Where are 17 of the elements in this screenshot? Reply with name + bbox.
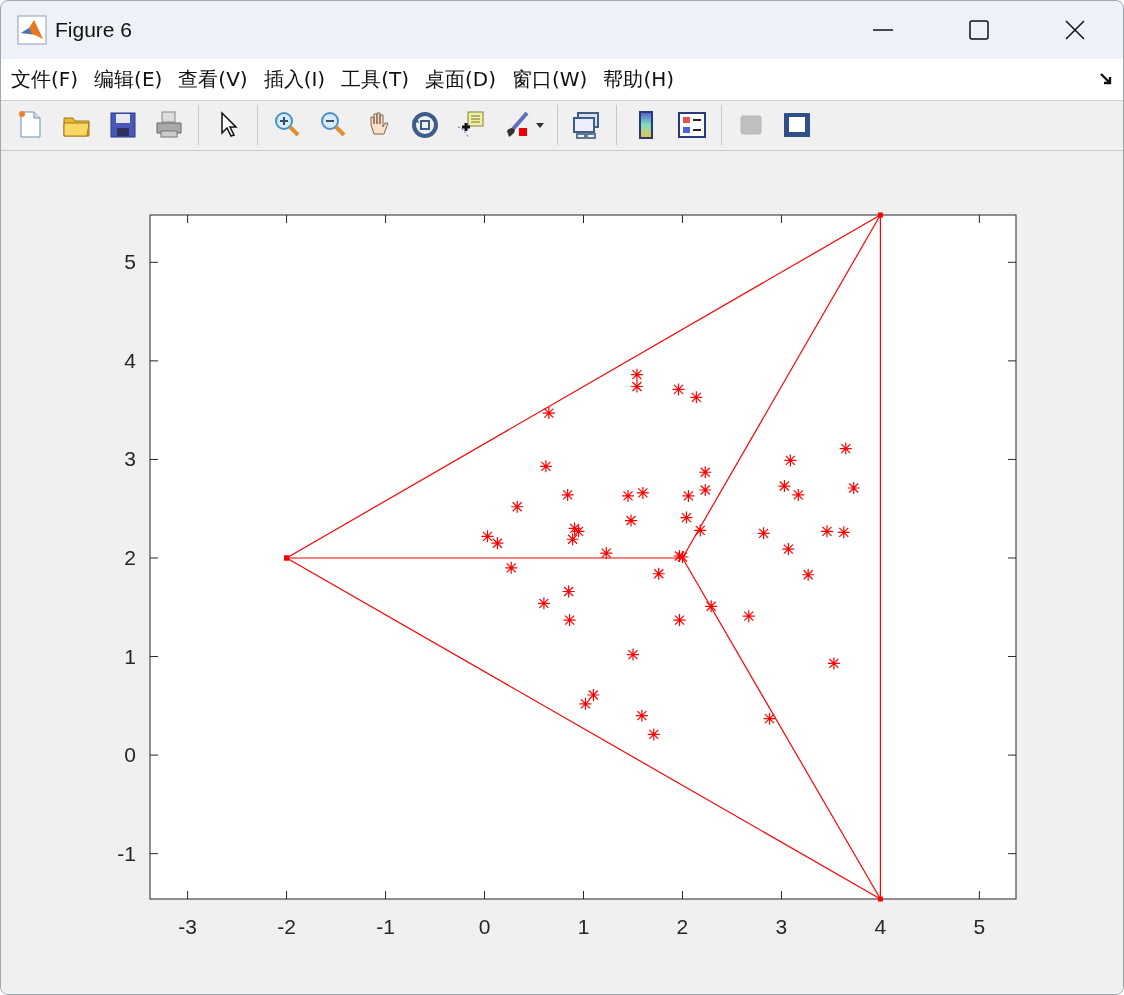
window-title: Figure 6 — [55, 18, 133, 42]
x-tick-label: -3 — [178, 915, 197, 938]
x-tick-label: 0 — [478, 915, 491, 938]
x-tick-label: 2 — [676, 915, 689, 938]
y-tick-label: 3 — [124, 447, 136, 471]
x-tick-label: -1 — [376, 915, 395, 938]
y-tick-label: 1 — [124, 644, 136, 668]
y-tick-label: 4 — [124, 348, 136, 372]
y-tick-label: 2 — [124, 546, 136, 569]
y-tick-label: 5 — [124, 250, 136, 274]
x-tick-label: 4 — [874, 915, 887, 938]
x-tick-label: 1 — [577, 915, 590, 938]
x-tick-label: -2 — [277, 915, 296, 938]
x-tick-label: 5 — [973, 915, 986, 938]
x-tick-label: 3 — [775, 915, 788, 938]
y-tick-label: 0 — [124, 743, 136, 767]
y-tick-label: -1 — [117, 841, 136, 865]
